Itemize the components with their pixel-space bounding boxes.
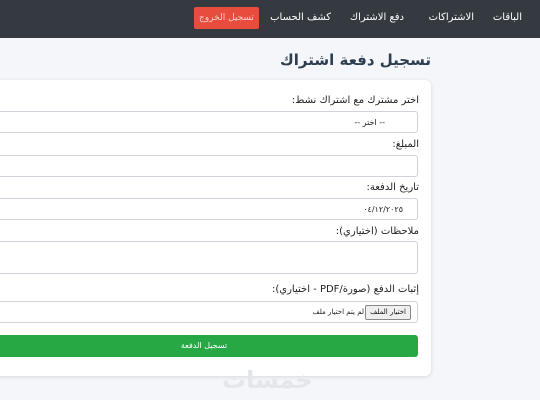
nav-item-account-statement[interactable]: كشف الحساب [270,12,331,23]
subscriber-select-value: -- اختر -- [354,118,385,127]
submit-payment-button[interactable]: تسجيل الدفعة [0,335,418,357]
amount-label: المبلغ: [392,139,419,150]
subscriber-label: اختر مشترك مع اشتراك نشط: [291,95,419,106]
date-input-value: ٠٤/١٢/٢٠٢٥ [363,205,403,214]
nav-item-packages[interactable]: الباقات [493,12,522,23]
subscriber-select[interactable]: -- اختر -- [0,111,418,133]
nav-item-pay-subscription[interactable]: دفع الاشتراك [350,12,404,23]
date-input[interactable]: ٠٤/١٢/٢٠٢٥ [0,198,418,220]
page-title: تسجيل دفعة اشتراك [280,51,431,69]
watermark-logo: خمسات [222,366,313,394]
payment-proof-file-input[interactable]: اختيار الملف لم يتم اختيار ملف [0,301,418,323]
file-status-text: لم يتم اختيار ملف [312,308,364,316]
amount-input[interactable] [0,155,418,177]
notes-label: ملاحظات (اختياري): [335,226,419,237]
payment-proof-label: إثبات الدفع (صورة/PDF - اختياري): [272,284,419,295]
date-label: تاريخ الدفعة: [366,182,420,193]
choose-file-button[interactable]: اختيار الملف [365,305,411,320]
top-navbar: الباقات الاشتراكات دفع الاشتراك كشف الحس… [0,0,540,38]
logout-button[interactable]: تسجيل الخروج [194,7,259,29]
nav-item-subscriptions[interactable]: الاشتراكات [429,12,474,23]
notes-textarea[interactable] [0,241,418,274]
